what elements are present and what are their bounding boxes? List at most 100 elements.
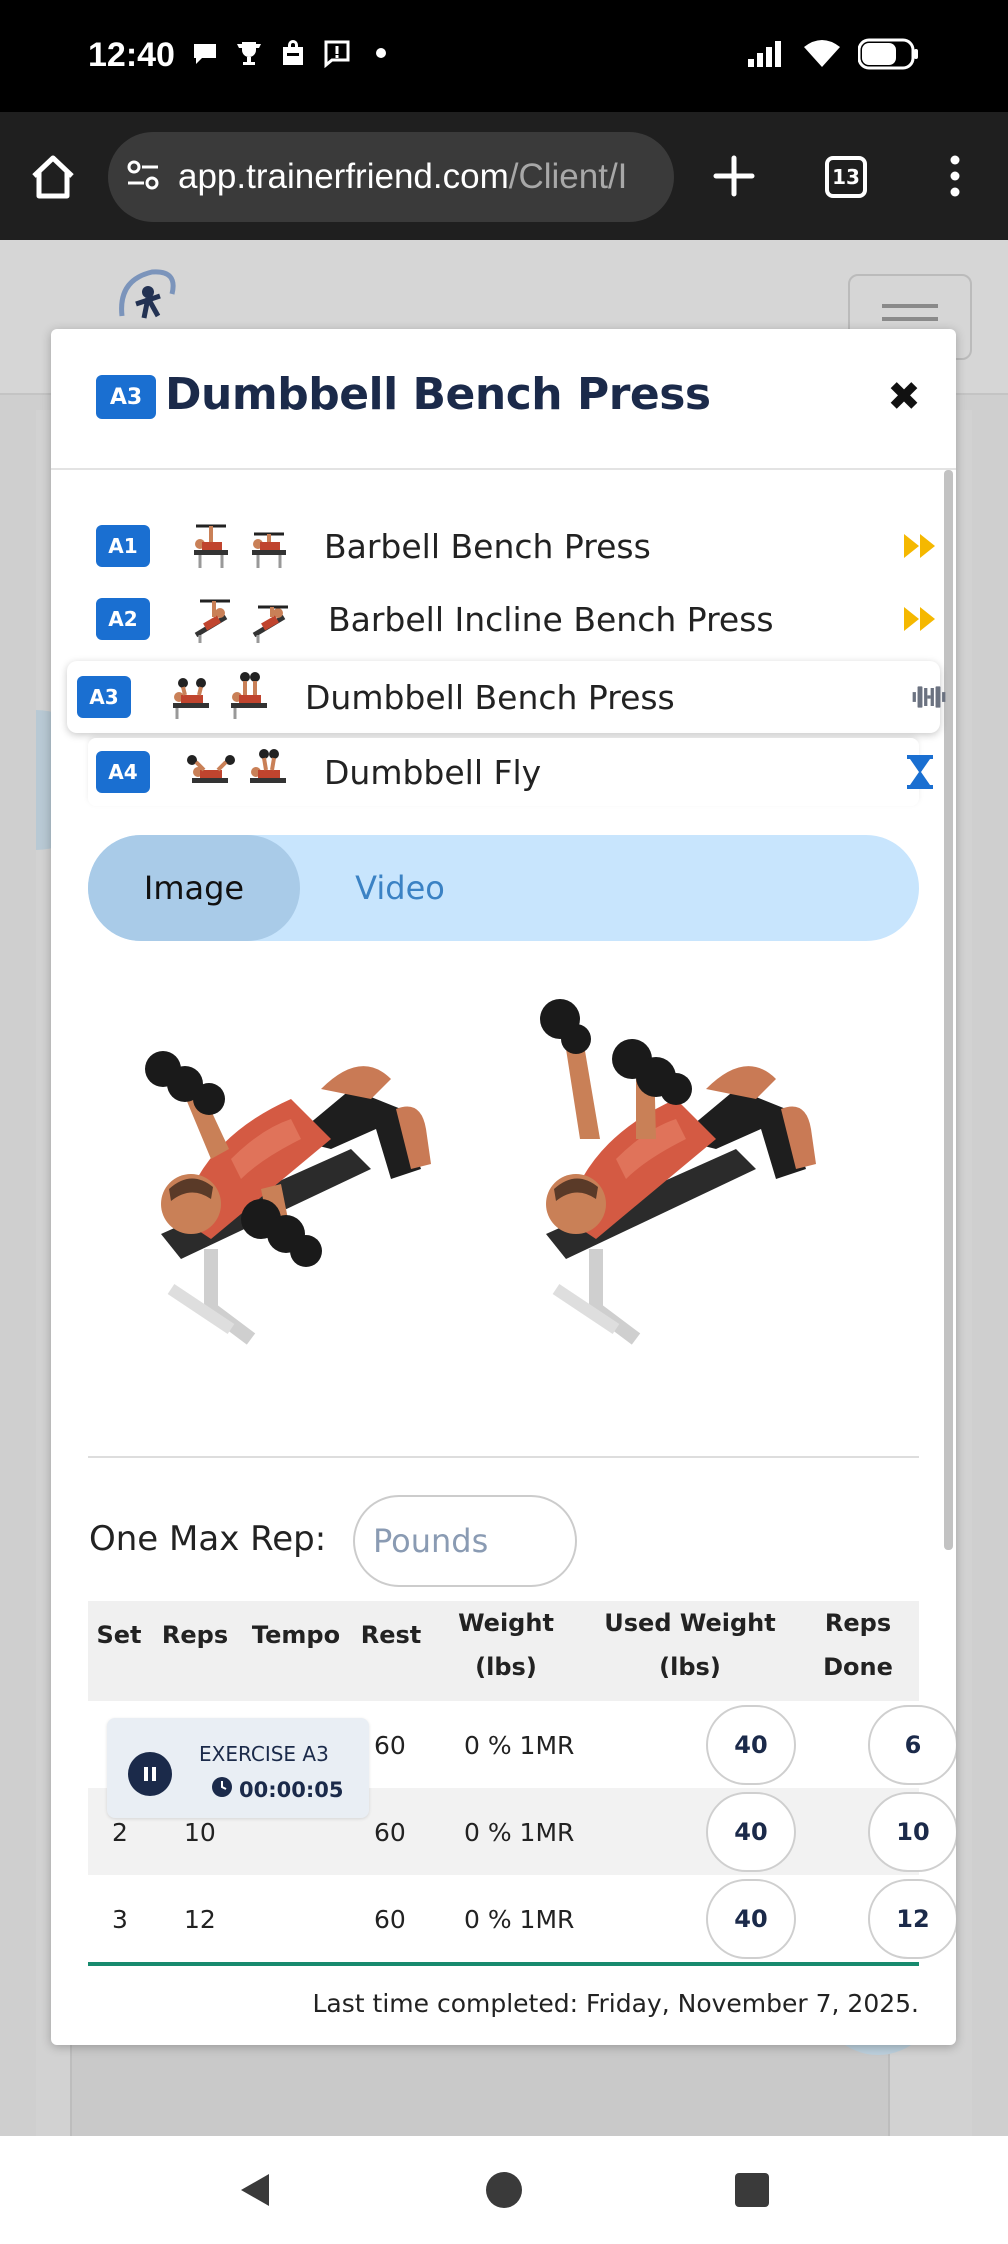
timer-value: 00:00:05 xyxy=(211,1776,343,1803)
shopping-bag-icon xyxy=(278,38,308,68)
site-settings-icon[interactable] xyxy=(124,157,164,197)
table-bottom-border xyxy=(88,1962,919,1966)
exercise-name: Barbell Incline Bench Press xyxy=(328,599,774,639)
dot-icon xyxy=(366,38,396,68)
cell-reps: 12 xyxy=(184,1905,216,1934)
reps-done-input[interactable]: 6 xyxy=(868,1705,956,1785)
table-header-row: Set Reps Tempo Rest Weight (lbs) Used We… xyxy=(88,1601,919,1701)
dumbbell-icon xyxy=(911,679,947,715)
header-used-weight-line1: Used Weight xyxy=(604,1609,776,1637)
exercise-modal: A3 Dumbbell Bench Press ✖ A1 Barbell Ben… xyxy=(51,329,956,2045)
header-weight-line1: Weight xyxy=(458,1609,554,1637)
alert-message-icon xyxy=(322,38,352,68)
logo-icon xyxy=(112,266,184,338)
used-weight-input[interactable]: 40 xyxy=(706,1879,796,1959)
cell-rest: 60 xyxy=(374,1905,406,1934)
back-icon[interactable] xyxy=(235,2170,275,2210)
browser-toolbar: app.trainerfriend.com/Client/I 13 xyxy=(0,112,1008,240)
exercise-list-item-current[interactable]: A3 Dumbbell Bench Press xyxy=(67,661,946,733)
battery-icon xyxy=(857,38,920,74)
status-bar: 12:40 xyxy=(0,0,1008,112)
modal-header: A3 Dumbbell Bench Press ✖ xyxy=(51,329,956,470)
hourglass-icon xyxy=(902,754,938,790)
chat-bubble-icon xyxy=(190,38,220,68)
media-tabs: Image Video xyxy=(88,835,919,941)
cell-reps: 10 xyxy=(184,1818,216,1847)
close-icon[interactable]: ✖ xyxy=(884,377,924,417)
header-reps-done: Reps Done xyxy=(808,1601,908,1689)
modal-scrollbar[interactable] xyxy=(944,470,953,1550)
tab-video[interactable]: Video xyxy=(300,835,500,941)
address-bar[interactable]: app.trainerfriend.com/Client/I xyxy=(108,132,674,222)
exercise-thumbnail xyxy=(186,746,294,798)
used-weight-input[interactable]: 40 xyxy=(706,1792,796,1872)
signal-icon xyxy=(746,39,786,73)
home-nav-icon[interactable] xyxy=(484,2170,524,2210)
background-exercise-card xyxy=(70,2040,890,2140)
home-icon[interactable] xyxy=(28,152,78,202)
header-used-weight-line2: (lbs) xyxy=(659,1653,721,1681)
cell-weight: 0 % 1MR xyxy=(464,1905,575,1934)
cell-weight: 0 % 1MR xyxy=(464,1731,575,1760)
one-max-rep-label: One Max Rep: xyxy=(89,1519,327,1559)
url-host: app.trainerfriend.com xyxy=(178,157,509,196)
timer-time: 00:00:05 xyxy=(239,1777,344,1802)
modal-exercise-badge: A3 xyxy=(96,375,156,419)
exercise-image-end xyxy=(536,989,866,1389)
system-icons xyxy=(746,38,920,74)
exercise-list-item[interactable]: A2 Barbell Incline Bench Press xyxy=(96,588,935,650)
table-row: 3 12 60 0 % 1MR 40 12 xyxy=(88,1875,956,1962)
exercise-thumbnail xyxy=(186,593,294,645)
header-used-weight: Used Weight (lbs) xyxy=(600,1601,780,1689)
reps-done-input[interactable]: 10 xyxy=(868,1792,956,1872)
exercise-name: Dumbbell Fly xyxy=(324,752,542,792)
wifi-icon xyxy=(802,39,842,73)
tab-switcher-button[interactable]: 13 xyxy=(825,156,867,198)
header-reps: Reps xyxy=(161,1621,229,1649)
header-tempo: Tempo xyxy=(251,1621,341,1649)
modal-title: Dumbbell Bench Press xyxy=(165,369,711,420)
exercise-name: Barbell Bench Press xyxy=(324,526,651,566)
header-rest: Rest xyxy=(360,1621,422,1649)
cell-rest: 60 xyxy=(374,1818,406,1847)
recents-icon[interactable] xyxy=(732,2170,772,2210)
header-set: Set xyxy=(96,1621,142,1649)
reps-done-input[interactable]: 12 xyxy=(868,1879,956,1959)
cell-set: 3 xyxy=(112,1905,128,1934)
cell-weight: 0 % 1MR xyxy=(464,1818,575,1847)
header-weight: Weight (lbs) xyxy=(436,1601,576,1689)
fast-forward-icon xyxy=(902,528,938,564)
system-nav-bar xyxy=(0,2136,1008,2244)
last-completed-text: Last time completed: Friday, November 7,… xyxy=(312,1989,920,2018)
exercise-thumbnail xyxy=(167,671,275,723)
exercise-list-item[interactable]: A1 Barbell Bench Press xyxy=(96,515,935,577)
exercise-image-start xyxy=(141,989,471,1389)
status-time: 12:40 xyxy=(88,36,175,74)
exercise-badge: A2 xyxy=(96,598,150,640)
header-reps-done-line1: Reps xyxy=(824,1609,892,1637)
cell-set: 2 xyxy=(112,1818,128,1847)
header-reps-done-line2: Done xyxy=(823,1653,893,1681)
notification-icons xyxy=(190,38,396,68)
timer-label: EXERCISE A3 xyxy=(199,1742,329,1766)
divider xyxy=(88,1456,919,1458)
exercise-badge: A3 xyxy=(77,676,131,718)
exercise-list-item[interactable]: A4 Dumbbell Fly xyxy=(88,738,933,806)
new-tab-icon[interactable] xyxy=(710,152,758,200)
exercise-badge: A1 xyxy=(96,525,150,567)
exercise-name: Dumbbell Bench Press xyxy=(305,677,675,717)
url-text: app.trainerfriend.com/Client/I xyxy=(178,157,627,197)
tab-image[interactable]: Image xyxy=(88,835,300,941)
fast-forward-icon xyxy=(902,601,938,637)
more-menu-icon[interactable] xyxy=(940,152,970,200)
exercise-thumbnail xyxy=(186,520,294,572)
used-weight-input[interactable]: 40 xyxy=(706,1705,796,1785)
url-path: /Client/I xyxy=(508,157,628,196)
clock-icon xyxy=(211,1776,233,1803)
exercise-badge: A4 xyxy=(96,751,150,793)
exercise-timer[interactable]: EXERCISE A3 00:00:05 xyxy=(107,1718,369,1818)
pause-icon[interactable] xyxy=(128,1752,172,1796)
one-max-rep-input[interactable]: Pounds xyxy=(353,1495,577,1587)
trophy-icon xyxy=(234,38,264,68)
cell-rest: 60 xyxy=(374,1731,406,1760)
